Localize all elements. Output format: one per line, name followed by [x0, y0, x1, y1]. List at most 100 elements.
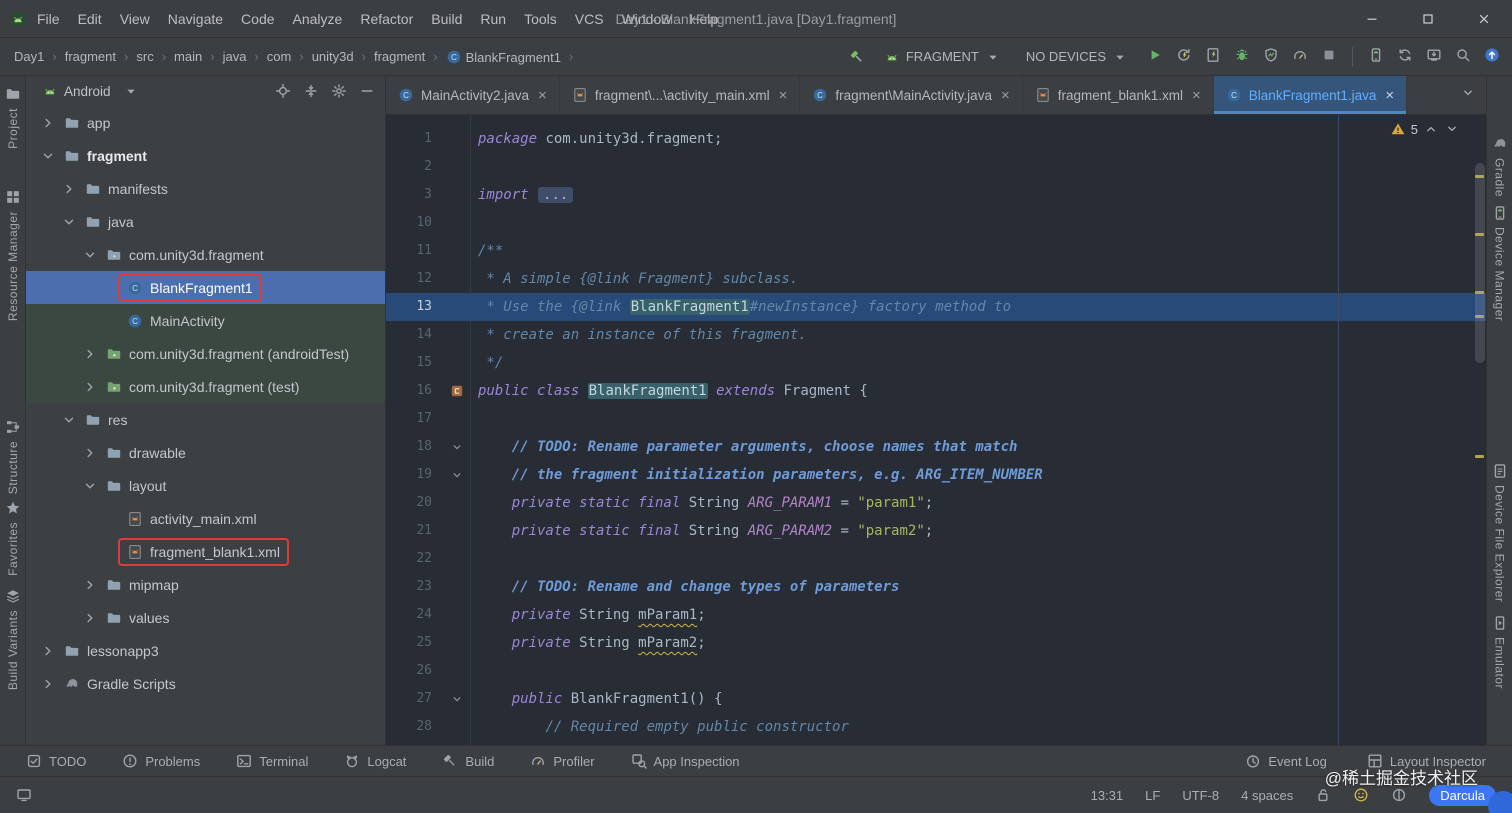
window-minimize-button[interactable]: [1344, 0, 1400, 37]
tree-item-values[interactable]: values: [26, 601, 385, 634]
window-maximize-button[interactable]: [1400, 0, 1456, 37]
toolbar-action-profile-app[interactable]: [1263, 47, 1279, 66]
tool-window-button-problems[interactable]: Problems: [122, 753, 200, 769]
tool-button-resource-manager[interactable]: Resource Manager: [5, 189, 21, 321]
toolbar-action-apply-code-changes[interactable]: [1205, 47, 1221, 66]
tab-fragment-blank1-xml[interactable]: fragment_blank1.xml ×: [1023, 76, 1214, 114]
menu-view[interactable]: View: [111, 7, 159, 31]
chevron-down-icon[interactable]: [59, 412, 79, 428]
tool-button-gradle[interactable]: Gradle: [1492, 136, 1508, 197]
toolbar-action-ide-update[interactable]: [1484, 47, 1500, 66]
chevron-right-icon[interactable]: [80, 445, 100, 461]
breadcrumb-item-src[interactable]: src: [134, 47, 155, 66]
close-tab-icon[interactable]: ×: [1001, 88, 1010, 103]
breadcrumb-item-fragment[interactable]: fragment: [372, 47, 427, 66]
menu-edit[interactable]: Edit: [69, 7, 111, 31]
chevron-right-icon[interactable]: [38, 676, 58, 692]
toolbar-action-debug[interactable]: [1234, 47, 1250, 66]
menu-code[interactable]: Code: [232, 7, 283, 31]
tool-button-project[interactable]: Project: [5, 86, 21, 149]
tree-item-activity-main-xml[interactable]: activity_main.xml: [26, 502, 385, 535]
tree-item-com-unity3d-fragment[interactable]: com.unity3d.fragment: [26, 238, 385, 271]
chevron-down-icon[interactable]: [59, 214, 79, 230]
device-selector[interactable]: NO DEVICES: [1020, 46, 1134, 68]
project-view-selector[interactable]: Android: [64, 84, 111, 99]
menu-tools[interactable]: Tools: [515, 7, 566, 31]
indent-indicator[interactable]: 4 spaces: [1241, 788, 1293, 803]
hidden-tabs-icon[interactable]: [1460, 85, 1476, 106]
tree-item-mipmap[interactable]: mipmap: [26, 568, 385, 601]
breadcrumb-item-fragment[interactable]: fragment: [63, 47, 118, 66]
tool-window-button-event-log[interactable]: Event Log: [1245, 753, 1327, 769]
close-tab-icon[interactable]: ×: [779, 88, 788, 103]
tab-blankfragment1-java[interactable]: C BlankFragment1.java ×: [1213, 76, 1408, 114]
chevron-right-icon[interactable]: [80, 577, 100, 593]
locate-icon[interactable]: [275, 83, 291, 99]
tool-button-device-manager[interactable]: Device Manager: [1492, 205, 1508, 321]
chevron-right-icon[interactable]: [80, 610, 100, 626]
code-editor[interactable]: 1 package com.unity3d.fragment; 2 3 import .…: [386, 115, 1486, 745]
status-circle-icon[interactable]: [1391, 787, 1407, 803]
menu-refactor[interactable]: Refactor: [351, 7, 422, 31]
tree-item-app[interactable]: app: [26, 106, 385, 139]
tree-item-java[interactable]: java: [26, 205, 385, 238]
tool-button-structure[interactable]: Structure: [5, 419, 21, 494]
prev-warning-icon[interactable]: [1423, 121, 1439, 137]
run-configuration-selector[interactable]: FRAGMENT: [878, 46, 1007, 68]
collapse-icon[interactable]: [303, 83, 319, 99]
tool-button-build-variants[interactable]: Build Variants: [5, 588, 21, 690]
tool-button-emulator[interactable]: Emulator: [1492, 615, 1508, 689]
breadcrumb-item-blankfragment1[interactable]: C BlankFragment1: [444, 47, 563, 67]
toolbar-action-stop[interactable]: [1321, 47, 1337, 66]
chevron-right-icon[interactable]: [80, 346, 100, 362]
toolbar-action-sdk-manager[interactable]: [1426, 47, 1442, 66]
tree-item-drawable[interactable]: drawable: [26, 436, 385, 469]
toolbar-action-sync-project[interactable]: [1397, 47, 1413, 66]
encoding-indicator[interactable]: UTF-8: [1182, 788, 1219, 803]
tree-item-layout[interactable]: layout: [26, 469, 385, 502]
chevron-right-icon[interactable]: [38, 115, 58, 131]
close-tab-icon[interactable]: ×: [538, 88, 547, 103]
tab-fragment-activity-main-xml[interactable]: fragment\...\activity_main.xml ×: [560, 76, 801, 114]
menu-analyze[interactable]: Analyze: [284, 7, 352, 31]
breadcrumb-item-main[interactable]: main: [172, 47, 204, 66]
menu-navigate[interactable]: Navigate: [159, 7, 232, 31]
theme-indicator[interactable]: Darcula: [1429, 784, 1496, 806]
menu-run[interactable]: Run: [471, 7, 515, 31]
close-tab-icon[interactable]: ×: [1385, 88, 1394, 103]
hide-minus-icon[interactable]: [359, 83, 375, 99]
gear-icon[interactable]: [331, 83, 347, 99]
tree-item-fragment[interactable]: fragment: [26, 139, 385, 172]
chevron-down-icon[interactable]: [80, 478, 100, 494]
window-close-button[interactable]: [1456, 0, 1512, 37]
tree-item-lessonapp3[interactable]: lessonapp3: [26, 634, 385, 667]
caret-down-icon[interactable]: [123, 83, 139, 99]
close-tab-icon[interactable]: ×: [1192, 88, 1201, 103]
toolbar-action-device-manager[interactable]: [1368, 47, 1384, 66]
hammer-icon[interactable]: [849, 49, 865, 65]
tool-window-button-build[interactable]: Build: [442, 753, 494, 769]
scrollbar-thumb[interactable]: [1475, 163, 1485, 363]
tree-item-blankfragment1[interactable]: C BlankFragment1: [26, 271, 385, 304]
breadcrumb-item-java[interactable]: java: [221, 47, 249, 66]
chevron-right-icon[interactable]: [59, 181, 79, 197]
chevron-right-icon[interactable]: [80, 379, 100, 395]
tool-window-switcher-icon[interactable]: [16, 787, 32, 803]
fold-marker-icon[interactable]: [449, 691, 465, 707]
tool-button-device-file-explorer[interactable]: Device File Explorer: [1492, 463, 1508, 603]
toolbar-action-run[interactable]: [1147, 47, 1163, 66]
breadcrumb-item-day1[interactable]: Day1: [12, 47, 46, 66]
tool-window-button-profiler[interactable]: Profiler: [530, 753, 595, 769]
tree-item-res[interactable]: res: [26, 403, 385, 436]
class-marker-icon[interactable]: [449, 383, 465, 399]
tree-item-manifests[interactable]: manifests: [26, 172, 385, 205]
chevron-right-icon[interactable]: [38, 643, 58, 659]
smiley-icon[interactable]: [1353, 787, 1369, 803]
menu-build[interactable]: Build: [422, 7, 471, 31]
toolbar-action-search-everywhere[interactable]: [1455, 47, 1471, 66]
tool-window-button-app-inspection[interactable]: App Inspection: [631, 753, 740, 769]
menu-file[interactable]: File: [28, 7, 69, 31]
tree-item-com-unity3d-fragment-test[interactable]: com.unity3d.fragment (test): [26, 370, 385, 403]
menu-vcs[interactable]: VCS: [566, 7, 613, 31]
tool-window-button-logcat[interactable]: Logcat: [344, 753, 406, 769]
